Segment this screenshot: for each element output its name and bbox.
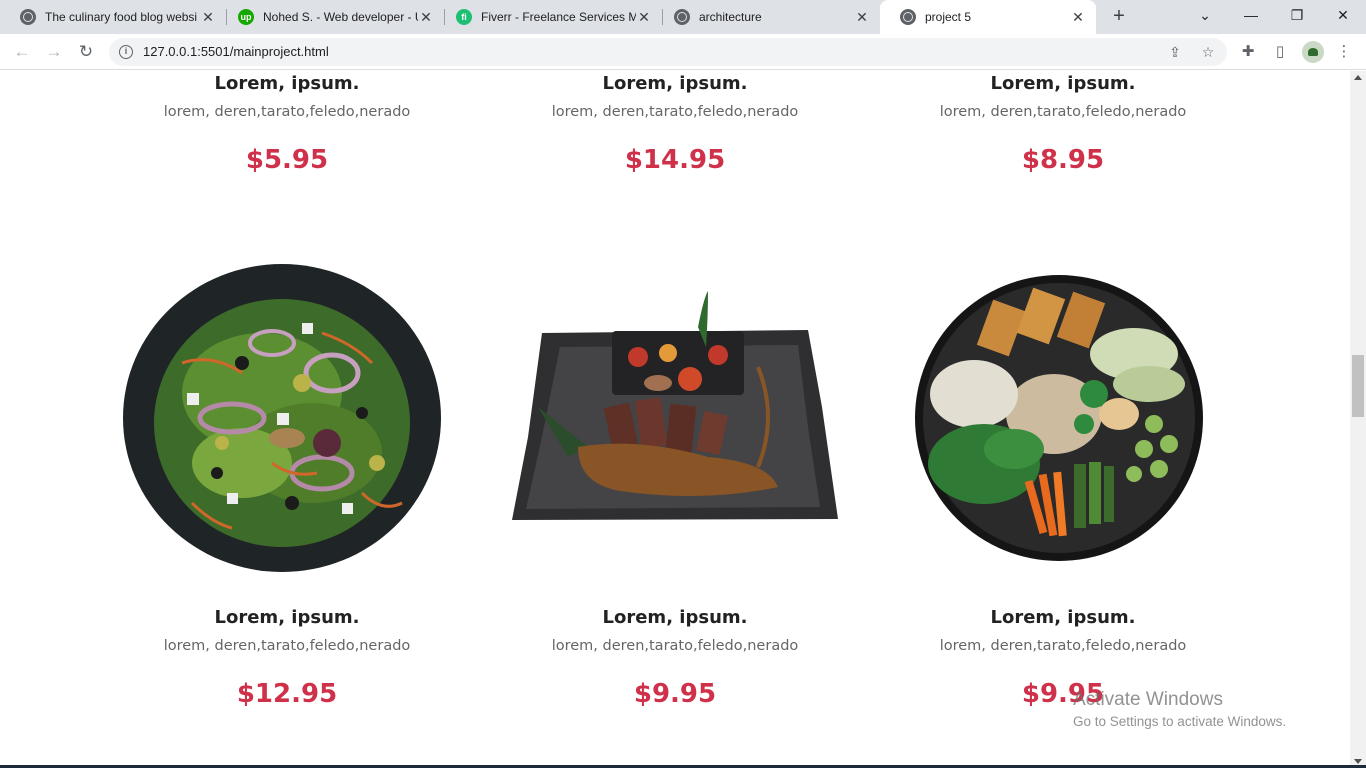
menu-card: Lorem, ipsum. lorem, deren,tarato,feledo…	[117, 605, 457, 712]
upwork-icon: up	[238, 9, 254, 25]
tab-strip: The culinary food blog websi ✕ up Nohed …	[0, 0, 1366, 34]
dish-price: $12.95	[236, 679, 338, 709]
close-icon[interactable]: ✕	[200, 9, 216, 25]
tab-title: project 5	[925, 10, 972, 24]
tab-title: Fiverr - Freelance Services Ma	[481, 10, 636, 24]
dish-name: Lorem, ipsum.	[990, 607, 1136, 628]
close-icon[interactable]: ✕	[636, 9, 652, 25]
watermark-title: Activate Windows	[1073, 689, 1223, 710]
dish-name: Lorem, ipsum.	[990, 73, 1136, 94]
dish-description: lorem, deren,tarato,feledo,nerado	[551, 104, 799, 120]
browser-toolbar: ← → ↻ i 127.0.0.1:5501/mainproject.html …	[0, 34, 1366, 70]
page-scrollbar[interactable]	[1350, 71, 1366, 768]
dish-description: lorem, deren,tarato,feledo,nerado	[163, 638, 411, 654]
scrollbar-thumb[interactable]	[1352, 355, 1364, 417]
globe-icon	[900, 9, 916, 25]
scroll-up-arrow-icon[interactable]	[1354, 75, 1362, 80]
menu-card: Lorem, ipsum. lorem, deren,tarato,feledo…	[505, 605, 845, 712]
back-button[interactable]: ←	[10, 40, 34, 64]
close-window-button[interactable]: ✕	[1320, 0, 1366, 34]
dish-description: lorem, deren,tarato,feledo,nerado	[163, 104, 411, 120]
tab-culinary-blog[interactable]: The culinary food blog websi ✕	[0, 0, 226, 34]
salad-plate-image	[123, 264, 441, 572]
bowl-plate-image	[915, 275, 1203, 561]
dish-name: Lorem, ipsum.	[602, 607, 748, 628]
share-icon[interactable]: ⇪	[1165, 42, 1185, 62]
scroll-down-arrow-icon[interactable]	[1354, 759, 1362, 764]
dish-name: Lorem, ipsum.	[214, 607, 360, 628]
tab-fiverr[interactable]: fi Fiverr - Freelance Services Ma ✕	[436, 0, 662, 34]
tab-title: architecture	[699, 10, 762, 24]
dish-name: Lorem, ipsum.	[602, 73, 748, 94]
site-info-icon[interactable]: i	[119, 45, 133, 59]
tab-title: Nohed S. - Web developer - U	[263, 10, 418, 24]
dish-price: $14.95	[624, 145, 726, 175]
tab-upwork[interactable]: up Nohed S. - Web developer - U ✕	[218, 0, 444, 34]
close-icon[interactable]: ✕	[854, 9, 870, 25]
minimize-button[interactable]: —	[1228, 0, 1274, 34]
reload-button[interactable]: ↻	[74, 40, 98, 64]
dish-price: $5.95	[245, 145, 329, 175]
dish-name: Lorem, ipsum.	[214, 73, 360, 94]
dish-price: $8.95	[1021, 145, 1105, 175]
address-bar[interactable]: i 127.0.0.1:5501/mainproject.html ⇪ ☆	[109, 38, 1227, 66]
close-icon[interactable]: ✕	[418, 9, 434, 25]
menu-kebab-icon[interactable]: ⋮	[1333, 41, 1355, 63]
dish-description: lorem, deren,tarato,feledo,nerado	[939, 104, 1187, 120]
menu-card: Lorem, ipsum. lorem, deren,tarato,feledo…	[117, 71, 457, 178]
dish-price: $9.95	[633, 679, 717, 709]
extensions-icon[interactable]: ✚	[1237, 41, 1259, 63]
side-panel-icon[interactable]: ▯	[1269, 41, 1291, 63]
dish-description: lorem, deren,tarato,feledo,nerado	[551, 638, 799, 654]
dish-description: lorem, deren,tarato,feledo,nerado	[939, 638, 1187, 654]
profile-avatar[interactable]	[1302, 41, 1324, 63]
fiverr-icon: fi	[456, 9, 472, 25]
new-tab-button[interactable]: +	[1108, 6, 1130, 28]
tab-architecture[interactable]: architecture ✕	[654, 0, 880, 34]
tab-title: The culinary food blog websi	[45, 10, 198, 24]
restore-button[interactable]: ❐	[1274, 0, 1320, 34]
forward-button[interactable]: →	[42, 40, 66, 64]
globe-icon	[20, 9, 36, 25]
globe-icon	[674, 9, 690, 25]
close-icon[interactable]: ✕	[1070, 9, 1086, 25]
tab-project-5[interactable]: project 5 ✕	[880, 0, 1096, 34]
bookmark-star-icon[interactable]: ☆	[1198, 42, 1218, 62]
tab-search-chevron-icon[interactable]: ⌄	[1182, 0, 1228, 34]
menu-card: Lorem, ipsum. lorem, deren,tarato,feledo…	[505, 71, 845, 178]
page-viewport: Lorem, ipsum. lorem, deren,tarato,feledo…	[0, 71, 1350, 768]
activate-windows-watermark: Activate Windows Go to Settings to activ…	[1073, 689, 1286, 733]
menu-card: Lorem, ipsum. lorem, deren,tarato,feledo…	[893, 71, 1233, 178]
url-text[interactable]: 127.0.0.1:5501/mainproject.html	[143, 44, 329, 59]
steak-plate-image	[512, 291, 838, 520]
watermark-subtitle: Go to Settings to activate Windows.	[1073, 714, 1287, 729]
